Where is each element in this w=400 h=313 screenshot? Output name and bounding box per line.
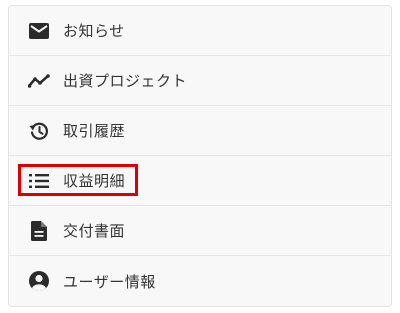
menu-item-label: 取引履歴 bbox=[63, 122, 126, 140]
menu-item-transaction-history[interactable]: 取引履歴 bbox=[9, 106, 391, 156]
menu-item-label: お知らせ bbox=[63, 22, 125, 40]
menu-item-label: 交付書面 bbox=[63, 222, 126, 240]
menu-item-delivery-documents[interactable]: 交付書面 bbox=[9, 206, 391, 256]
menu-item-earnings-statement[interactable]: 収益明細 bbox=[9, 156, 391, 206]
menu-item-notifications[interactable]: お知らせ bbox=[9, 6, 391, 56]
menu-item-label: ユーザー情報 bbox=[63, 272, 156, 291]
trending-line-icon bbox=[28, 70, 50, 92]
menu-item-projects[interactable]: 出資プロジェクト bbox=[9, 56, 391, 106]
history-icon bbox=[28, 120, 50, 142]
menu-item-label: 出資プロジェクト bbox=[63, 72, 188, 90]
envelope-icon bbox=[28, 20, 50, 42]
list-icon bbox=[28, 170, 50, 192]
menu-item-label: 収益明細 bbox=[63, 172, 126, 190]
user-circle-icon bbox=[28, 270, 50, 292]
menu-item-user-info[interactable]: ユーザー情報 bbox=[9, 256, 391, 306]
side-menu: お知らせ 出資プロジェクト 取引履歴 収益明細 交付書面 ユーザー情報 bbox=[8, 5, 392, 307]
document-icon bbox=[28, 220, 50, 242]
